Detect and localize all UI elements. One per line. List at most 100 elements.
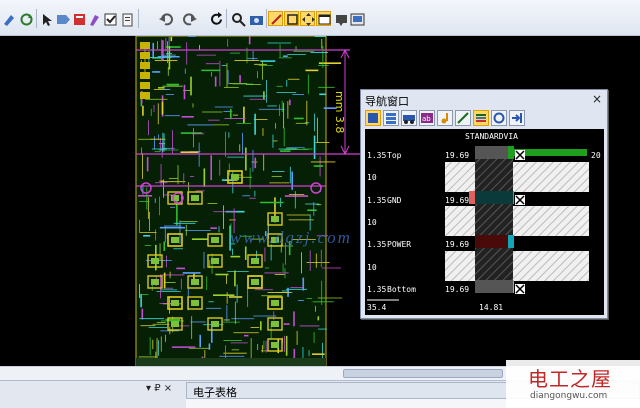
component-pad (251, 279, 259, 285)
row-left-value: 1.35 (367, 240, 387, 249)
component-pad (171, 237, 179, 243)
watermark-cn: 电工之屋 (528, 367, 612, 391)
row-left-value: 10 (367, 218, 377, 227)
reload-icon[interactable] (208, 11, 223, 26)
highlight-icon[interactable] (333, 11, 348, 26)
snap-icon[interactable] (1, 11, 16, 26)
board-outline (135, 36, 327, 366)
measure-icon[interactable] (455, 110, 471, 126)
refresh-icon[interactable] (18, 11, 33, 26)
watermark-en: diangongwu.com (530, 391, 608, 401)
undo-icon[interactable] (157, 11, 173, 26)
layer-power-edge (508, 235, 514, 248)
tag-icon[interactable] (55, 11, 70, 26)
stack-icon[interactable] (383, 110, 399, 126)
toolbar-separator (226, 9, 227, 28)
component-pad (191, 279, 199, 285)
dielectric-slab (445, 206, 475, 236)
route-icon[interactable] (268, 11, 283, 26)
row-left-value: 10 (367, 173, 377, 182)
panel-pin-controls[interactable]: ▾ ₽ × (146, 383, 172, 394)
connector-pad (140, 52, 150, 59)
component-pad (191, 195, 199, 201)
component-pad (271, 342, 279, 348)
dielectric-slab (513, 251, 589, 281)
connector-pad (140, 72, 150, 79)
clipboard-icon[interactable] (119, 11, 134, 27)
toolbar-separator (138, 9, 139, 28)
scrollbar-thumb[interactable] (343, 369, 503, 378)
close-icon[interactable]: × (592, 92, 602, 106)
connector-pad (140, 92, 150, 99)
zoom-icon[interactable] (230, 11, 246, 27)
board-edge (136, 358, 326, 366)
row-value: 19.69 (445, 151, 470, 160)
export-icon[interactable] (509, 110, 525, 126)
component-pad (171, 195, 179, 201)
checkbox-icon[interactable] (102, 11, 117, 26)
row-value: 19.69 (445, 196, 470, 205)
text-ab-icon[interactable]: ab (419, 110, 435, 126)
toolbar-separator (36, 9, 37, 28)
row-right-value: 20 (591, 151, 601, 160)
connector-pad (140, 82, 150, 89)
layers-icon[interactable] (349, 11, 365, 26)
site-watermark: 电工之屋 diangongwu.com (506, 360, 640, 408)
component-pad (151, 258, 159, 264)
window-icon[interactable] (316, 11, 331, 26)
connector-pad (140, 62, 150, 69)
component-pad (251, 258, 259, 264)
via-length: 14.81 (479, 303, 504, 312)
component-pad (231, 174, 239, 180)
board-view-icon[interactable] (365, 110, 381, 126)
dimension-label: mm 3.8 (333, 91, 346, 133)
dielectric-slab (445, 251, 475, 281)
layer-name-bottom: Bottom (387, 285, 416, 294)
via-pad-top (475, 146, 513, 159)
total-thickness: 35.4 (367, 303, 387, 312)
row-left-value: 1.35 (367, 151, 387, 160)
component-pad (211, 258, 219, 264)
dielectric-slab (513, 162, 589, 192)
toolbar-separator (266, 9, 267, 28)
component-pad (271, 216, 279, 222)
url-watermark: www.dgzj.com (230, 228, 352, 247)
component-pad (271, 321, 279, 327)
component-pad (171, 300, 179, 306)
row-left-value: 1.35 (367, 285, 387, 294)
pan-icon[interactable] (300, 11, 315, 26)
layer-top-edge (508, 146, 514, 159)
component-pad (271, 300, 279, 306)
nav-window-title: 导航窗口 (365, 95, 409, 108)
calc-icon[interactable] (71, 11, 86, 26)
nav-toolbar: ab (365, 109, 605, 127)
music-icon[interactable] (437, 110, 453, 126)
dielectric-slab (445, 162, 475, 192)
component-pad (191, 300, 199, 306)
panel-caption-bar: ▾ ₽ × (0, 383, 184, 397)
row-left-value: 10 (367, 263, 377, 272)
row-value: 19.69 (445, 285, 470, 294)
component-pad (151, 279, 159, 285)
select-arrow-icon[interactable] (39, 11, 54, 26)
via-antipad-gnd (475, 191, 513, 204)
component-pad (171, 321, 179, 327)
via-name: STANDARDVIA (465, 132, 518, 141)
camera-icon[interactable] (248, 11, 263, 26)
sync-icon[interactable] (491, 110, 507, 126)
layer-stackup-view[interactable]: STANDARDVIA 1.35 Top 19.69 20 10 1.35 GN… (365, 129, 604, 315)
layer-name-top: Top (387, 151, 402, 160)
layer-stack-icon[interactable] (473, 110, 489, 126)
layer-name-gnd: GND (387, 196, 402, 205)
truck-icon[interactable] (401, 110, 417, 126)
row-left-value: 1.35 (367, 196, 387, 205)
redo-icon[interactable] (182, 11, 197, 26)
svg-text:ab: ab (422, 115, 431, 123)
layer-gnd-edge (469, 191, 475, 204)
brush-icon[interactable] (86, 11, 101, 26)
component-pad (211, 321, 219, 327)
navigation-window[interactable]: 导航窗口 × ab STANDARDVIA 1.35 Top 19.69 20 … (360, 89, 608, 319)
connector-pad (140, 42, 150, 49)
box-icon[interactable] (284, 11, 299, 26)
via-barrel (475, 146, 513, 291)
